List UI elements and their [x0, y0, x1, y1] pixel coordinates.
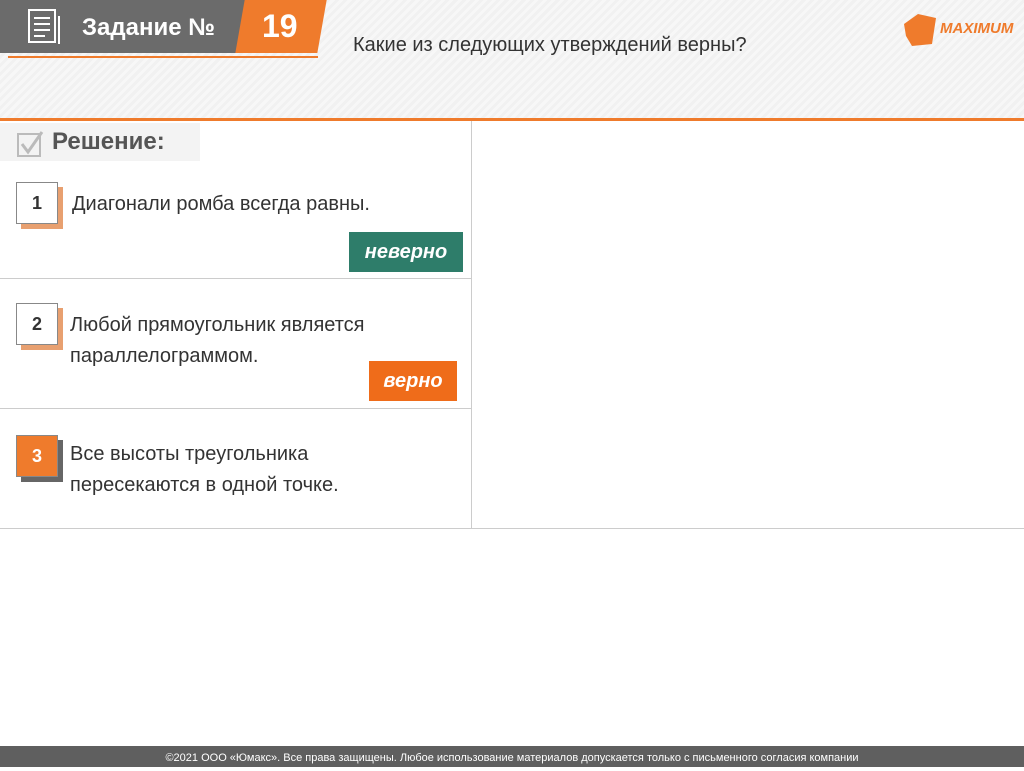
divider [0, 408, 471, 409]
document-icon [28, 9, 60, 44]
divider [8, 56, 318, 58]
statement: Диагонали ромба всегда равны. [72, 193, 370, 215]
divider [0, 118, 1024, 121]
item-number: 2 [16, 303, 58, 345]
logo-text: MAXIMUM [940, 20, 1014, 37]
question: Какие из следующих утверждений верны? [353, 34, 747, 56]
statement: Все высоты треугольника пересекаются в о… [70, 443, 339, 496]
task-title: Задание № [82, 14, 215, 41]
item-number: 1 [16, 182, 58, 224]
task-number: 19 [262, 8, 298, 44]
footer: ©2021 ООО «Юмакс». Все права защищены. Л… [0, 746, 1024, 767]
item-number: 3 [16, 435, 58, 477]
solution-label: Решение: [52, 128, 165, 155]
logo-icon [904, 14, 936, 46]
divider [471, 121, 472, 529]
answer-correct: верно [369, 361, 457, 401]
divider [0, 278, 471, 279]
answer-wrong: неверно [349, 232, 463, 272]
checkbox-icon [17, 131, 44, 157]
divider [0, 528, 1024, 529]
